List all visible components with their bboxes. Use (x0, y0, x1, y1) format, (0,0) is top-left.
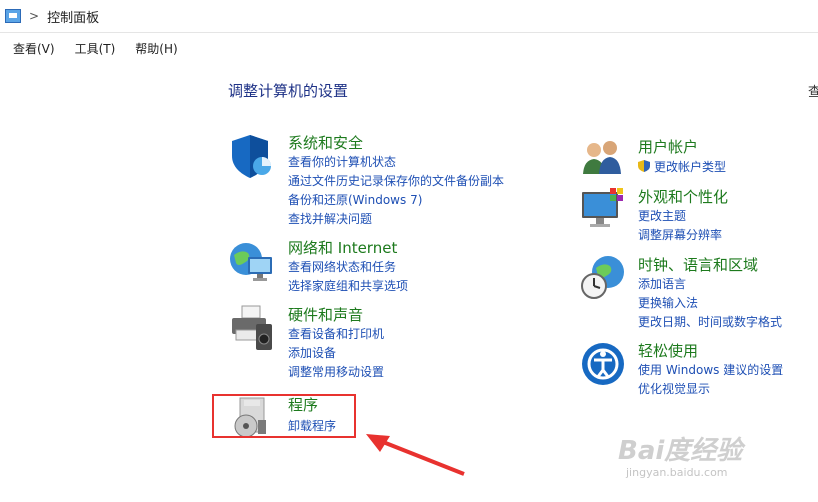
watermark-site: jingyan.baidu.com (626, 466, 728, 479)
view-by-label[interactable]: 查 (808, 81, 818, 100)
category-title[interactable]: 用户帐户 (638, 136, 698, 157)
breadcrumb[interactable]: 控制面板 (47, 7, 99, 26)
link-date-time-format[interactable]: 更改日期、时间或数字格式 (638, 313, 782, 330)
menu-tools[interactable]: 工具(T) (68, 40, 123, 57)
annotation-arrow-icon (366, 434, 465, 476)
link-add-device[interactable]: 添加设备 (288, 344, 336, 361)
link-network-status[interactable]: 查看网络状态和任务 (288, 258, 396, 275)
monitor-palette-icon (582, 188, 623, 227)
watermark-logo: Bai度经验 (618, 436, 743, 466)
uac-shield-icon (638, 160, 650, 172)
menu-bar: 查看(V) 工具(T) 帮助(H) (0, 36, 185, 60)
category-title[interactable]: 硬件和声音 (288, 304, 363, 325)
link-devices-printers[interactable]: 查看设备和打印机 (288, 325, 384, 342)
clock-globe-icon (581, 256, 624, 299)
link-homegroup[interactable]: 选择家庭组和共享选项 (288, 277, 408, 294)
category-title[interactable]: 系统和安全 (288, 132, 363, 153)
link-change-theme[interactable]: 更改主题 (638, 207, 686, 224)
annotation-highlight-box (212, 394, 356, 438)
globe-network-icon (230, 243, 272, 281)
menu-help[interactable]: 帮助(H) (128, 40, 184, 57)
category-title[interactable]: 时钟、语言和区域 (638, 254, 758, 275)
link-mobility-settings[interactable]: 调整常用移动设置 (288, 363, 384, 380)
link-troubleshoot[interactable]: 查找并解决问题 (288, 210, 372, 227)
page-title: 调整计算机的设置 (228, 82, 349, 100)
address-bar[interactable]: > 控制面板 (0, 0, 818, 33)
link-change-input-method[interactable]: 更换输入法 (638, 294, 698, 311)
category-title[interactable]: 网络和 Internet (288, 237, 397, 258)
breadcrumb-separator: > (29, 9, 40, 23)
link-view-computer-status[interactable]: 查看你的计算机状态 (288, 153, 396, 170)
link-add-language[interactable]: 添加语言 (638, 275, 686, 292)
link-optimize-visual-display[interactable]: 优化视觉显示 (638, 380, 710, 397)
link-recommended-settings[interactable]: 使用 Windows 建议的设置 (638, 361, 783, 378)
link-screen-resolution[interactable]: 调整屏幕分辨率 (638, 226, 722, 243)
printer-speaker-icon (232, 305, 272, 350)
category-title[interactable]: 轻松使用 (638, 340, 698, 361)
category-title[interactable]: 外观和个性化 (638, 186, 728, 207)
baidu-watermark: Bai度经验 jingyan.baidu.com (618, 430, 778, 490)
link-change-account-type[interactable]: 更改帐户类型 (654, 158, 726, 175)
control-panel-icon (5, 9, 21, 23)
users-icon (583, 141, 621, 174)
shield-icon (232, 135, 271, 178)
ease-of-access-icon (582, 343, 624, 385)
link-file-history[interactable]: 通过文件历史记录保存你的文件备份副本 (288, 172, 504, 189)
menu-view[interactable]: 查看(V) (6, 40, 62, 57)
link-backup-restore[interactable]: 备份和还原(Windows 7) (288, 191, 422, 208)
